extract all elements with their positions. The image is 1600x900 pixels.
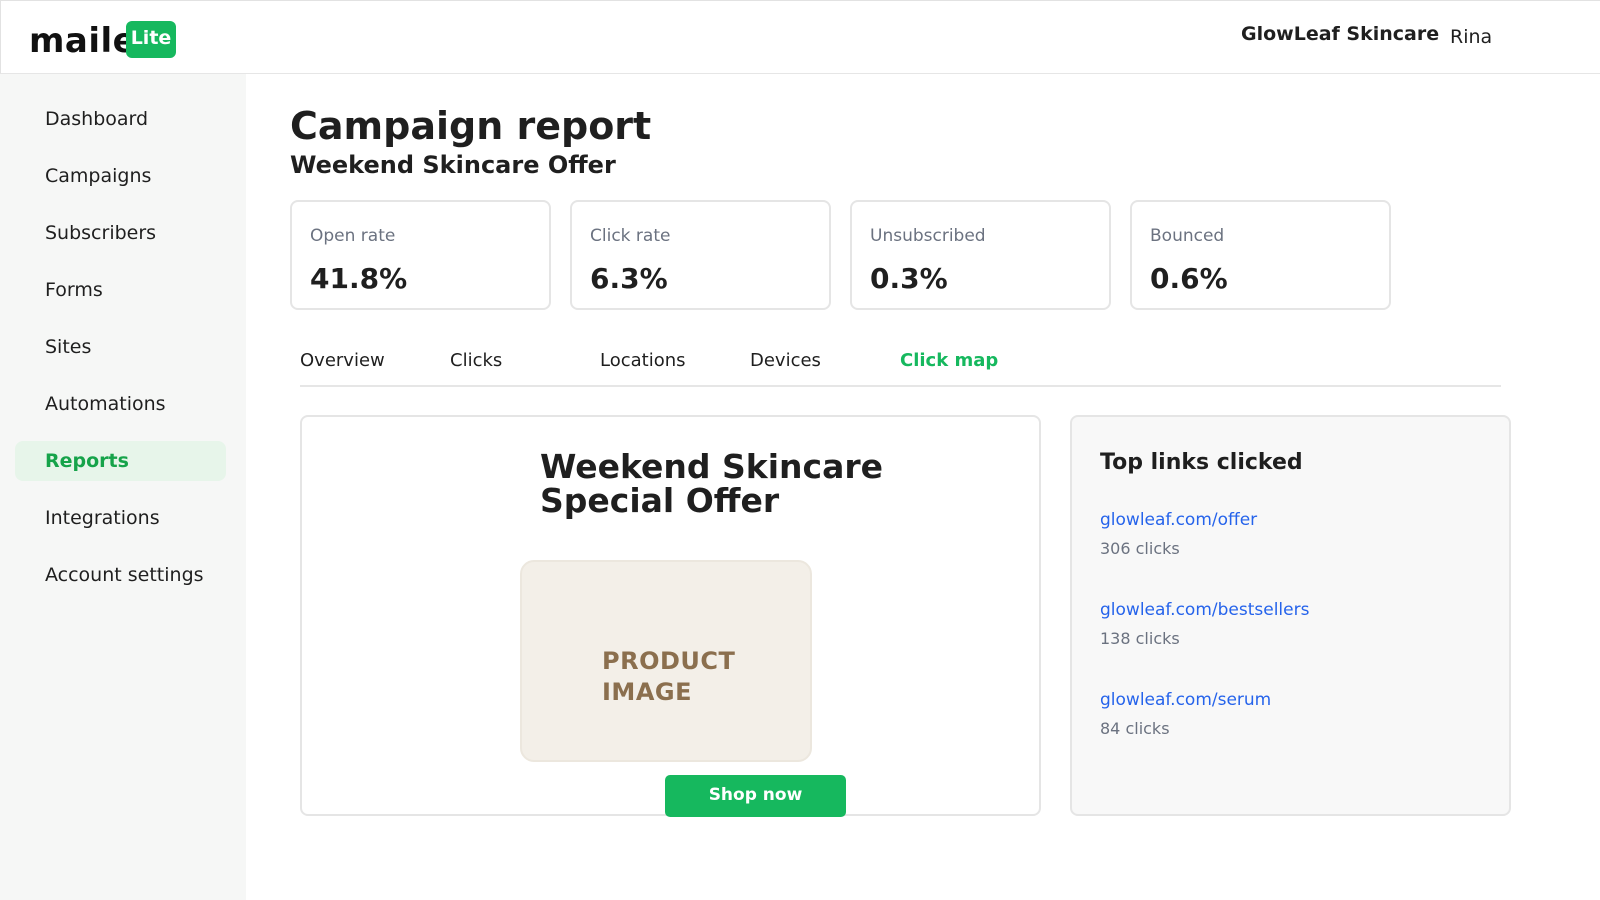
stat-value: 6.3% [590,262,668,295]
sidebar-item-sites[interactable]: Sites [15,327,226,367]
link-row: glowleaf.com/serum 84 clicks [1100,690,1271,738]
product-image-placeholder: PRODUCT IMAGE [520,560,812,762]
tab-clicks[interactable]: Clicks [450,350,502,371]
account-name[interactable]: GlowLeaf Skincare [1241,23,1439,45]
link-url[interactable]: glowleaf.com/offer [1100,510,1257,530]
logo-badge: Lite [126,21,176,58]
tab-devices[interactable]: Devices [750,350,821,371]
link-click-count: 138 clicks [1100,629,1180,648]
tab-locations[interactable]: Locations [600,350,686,371]
sidebar-item-integrations[interactable]: Integrations [15,498,226,538]
page-title: Campaign report [290,104,652,148]
top-links-title: Top links clicked [1100,450,1303,475]
tab-click-map[interactable]: Click map [900,350,998,371]
email-headline: Weekend Skincare Special Offer [540,447,884,520]
link-row: glowleaf.com/offer 306 clicks [1100,510,1257,558]
sidebar-item-automations[interactable]: Automations [15,384,226,424]
stat-card-open-rate: Open rate 41.8% [290,200,551,310]
user-menu[interactable]: Rina [1450,26,1492,48]
link-url[interactable]: glowleaf.com/bestsellers [1100,600,1309,620]
link-click-count: 84 clicks [1100,719,1170,738]
stat-card-click-rate: Click rate 6.3% [570,200,831,310]
sidebar-item-dashboard[interactable]: Dashboard [15,99,226,139]
stat-card-bounced: Bounced 0.6% [1130,200,1391,310]
sidebar-item-campaigns[interactable]: Campaigns [15,156,226,196]
product-image-label: PRODUCT IMAGE [602,647,736,706]
link-row: glowleaf.com/bestsellers 138 clicks [1100,600,1309,648]
stat-label: Bounced [1150,226,1225,246]
sidebar-item-reports[interactable]: Reports [15,441,226,481]
sidebar-item-account-settings[interactable]: Account settings [15,555,226,595]
stat-value: 0.6% [1150,262,1228,295]
tab-overview[interactable]: Overview [300,350,385,371]
campaign-name: Weekend Skincare Offer [290,151,616,179]
link-click-count: 306 clicks [1100,539,1180,558]
stat-label: Click rate [590,226,671,246]
stat-value: 0.3% [870,262,948,295]
sidebar: Dashboard Campaigns Subscribers Forms Si… [0,74,246,900]
shop-now-button[interactable]: Shop now [665,775,846,817]
link-url[interactable]: glowleaf.com/serum [1100,690,1271,710]
sidebar-item-subscribers[interactable]: Subscribers [15,213,226,253]
stat-value: 41.8% [310,262,408,295]
stat-card-unsubscribed: Unsubscribed 0.3% [850,200,1111,310]
logo-text: maile [29,21,137,61]
sidebar-item-forms[interactable]: Forms [15,270,226,310]
report-tabs: Overview Clicks Locations Devices Click … [300,340,1501,387]
stat-label: Unsubscribed [870,226,986,246]
top-bar: maile Lite GlowLeaf Skincare Rina [0,0,1600,74]
stat-label: Open rate [310,226,396,246]
